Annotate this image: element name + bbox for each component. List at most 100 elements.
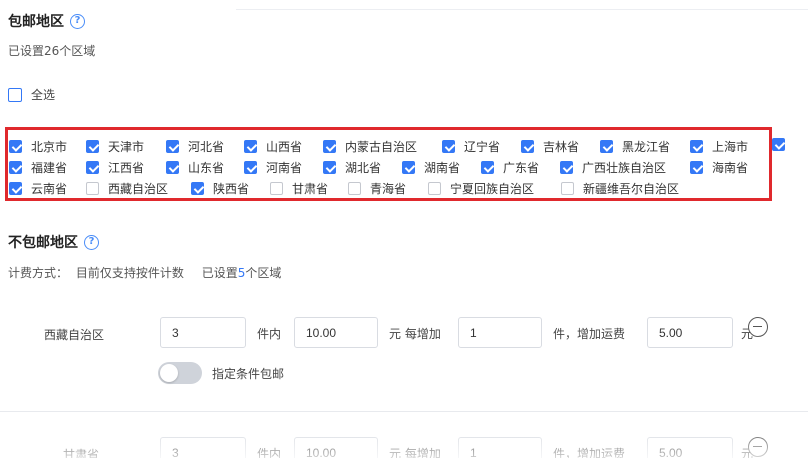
region-checkbox-tianjin[interactable]: 天津市 <box>86 138 144 155</box>
region-check-box[interactable] <box>323 161 336 174</box>
region-checkbox-beijing[interactable]: 北京市 <box>9 138 67 155</box>
remove-circle-icon[interactable] <box>748 317 768 337</box>
region-check-box[interactable] <box>521 140 534 153</box>
region-label: 河北省 <box>188 140 225 154</box>
region-check-box[interactable] <box>9 182 22 195</box>
region-check-box[interactable] <box>690 161 703 174</box>
region-checkbox-guangxi[interactable]: 广西壮族自治区 <box>560 159 666 176</box>
add-fee-input[interactable] <box>647 437 733 458</box>
region-checkbox-qinghai[interactable]: 青海省 <box>348 180 406 197</box>
region-label: 河南省 <box>266 161 303 175</box>
region-label: 宁夏回族自治区 <box>450 182 535 196</box>
add-count-input[interactable] <box>458 437 542 458</box>
region-check-box[interactable] <box>600 140 613 153</box>
add-fee-input[interactable] <box>647 317 733 348</box>
fee-unit: 元 每增加 <box>389 327 441 341</box>
region-label: 内蒙古自治区 <box>345 140 418 154</box>
region-checkbox-shandong[interactable]: 山东省 <box>166 159 224 176</box>
region-check-box[interactable] <box>86 140 99 153</box>
region-checkbox-jilin[interactable]: 吉林省 <box>521 138 579 155</box>
region-check-box[interactable] <box>348 182 361 195</box>
first-count-input[interactable] <box>160 317 246 348</box>
region-label: 天津市 <box>108 140 145 154</box>
non-free-shipping-title: 不包邮地区 ? <box>8 232 99 252</box>
add-count-unit: 件，增加运费 <box>553 447 626 458</box>
region-check-box[interactable] <box>402 161 415 174</box>
conditional-free-toggle[interactable] <box>158 362 202 384</box>
region-check-box[interactable] <box>481 161 494 174</box>
shipping-rule-row: 甘肃省 件内 元 每增加 件，增加运费 元 <box>0 437 808 458</box>
region-checkbox-hunan[interactable]: 湖南省 <box>402 159 460 176</box>
region-count-prefix: 已设置 <box>201 266 238 280</box>
region-label: 云南省 <box>31 182 68 196</box>
region-check-box[interactable] <box>244 140 257 153</box>
region-check-box[interactable] <box>86 161 99 174</box>
region-label: 黑龙江省 <box>622 140 671 154</box>
region-label: 江西省 <box>108 161 145 175</box>
region-checkbox-xinjiang[interactable]: 新疆维吾尔自治区 <box>561 180 679 197</box>
region-check-box[interactable] <box>270 182 283 195</box>
region-checkbox-tibet[interactable]: 西藏自治区 <box>86 180 168 197</box>
select-all[interactable]: 全选 <box>8 86 55 103</box>
remove-circle-icon[interactable] <box>748 437 768 457</box>
region-label: 新疆维吾尔自治区 <box>583 182 680 196</box>
top-divider <box>236 9 808 10</box>
region-label: 广西壮族自治区 <box>582 161 667 175</box>
add-count-unit: 件，增加运费 <box>553 327 626 341</box>
region-checkbox-inner-mongolia[interactable]: 内蒙古自治区 <box>323 138 417 155</box>
region-check-box[interactable] <box>9 140 22 153</box>
region-checkbox-hainan[interactable]: 海南省 <box>690 159 748 176</box>
region-count-suffix: 个区域 <box>245 266 282 280</box>
region-label: 辽宁省 <box>464 140 501 154</box>
region-checkbox-overflow[interactable] <box>772 138 785 151</box>
rule-region-name: 甘肃省 <box>63 448 100 458</box>
select-all-checkbox[interactable] <box>8 87 22 102</box>
region-checkbox-liaoning[interactable]: 辽宁省 <box>442 138 500 155</box>
region-check-box[interactable] <box>323 140 336 153</box>
region-checkbox-guangdong[interactable]: 广东省 <box>481 159 539 176</box>
region-check-box[interactable] <box>442 140 455 153</box>
region-checkbox-heilongjiang[interactable]: 黑龙江省 <box>600 138 670 155</box>
first-fee-input[interactable] <box>294 317 378 348</box>
region-label: 湖北省 <box>345 161 382 175</box>
region-label: 山东省 <box>188 161 225 175</box>
region-checkbox-fujian[interactable]: 福建省 <box>9 159 67 176</box>
region-checkbox-shanxi[interactable]: 山西省 <box>244 138 302 155</box>
region-checkbox-gansu[interactable]: 甘肃省 <box>270 180 328 197</box>
region-label: 甘肃省 <box>292 182 329 196</box>
region-check-box[interactable] <box>191 182 204 195</box>
region-check-box[interactable] <box>428 182 441 195</box>
non-free-shipping-title-text: 不包邮地区 <box>8 235 78 251</box>
region-checkbox-henan[interactable]: 河南省 <box>244 159 302 176</box>
region-checkbox-shaanxi[interactable]: 陕西省 <box>191 180 249 197</box>
region-label: 上海市 <box>712 140 749 154</box>
help-circle-icon[interactable]: ? <box>70 13 85 29</box>
region-checkbox-hebei[interactable]: 河北省 <box>166 138 224 155</box>
toggle-knob <box>160 364 178 382</box>
region-checkbox-jiangxi[interactable]: 江西省 <box>86 159 144 176</box>
region-check-box[interactable] <box>561 182 574 195</box>
first-count-unit: 件内 <box>257 327 282 341</box>
region-check-box[interactable] <box>690 140 703 153</box>
region-label: 海南省 <box>712 161 749 175</box>
shipping-rule-row: 西藏自治区 件内 元 每增加 件，增加运费 元 <box>0 317 808 353</box>
region-check-box[interactable] <box>86 182 99 195</box>
first-count-input[interactable] <box>160 437 246 458</box>
free-shipping-status: 已设置26个区域 <box>8 44 96 58</box>
region-checkbox-ningxia[interactable]: 宁夏回族自治区 <box>428 180 534 197</box>
region-check-box[interactable] <box>9 161 22 174</box>
region-check-box[interactable] <box>244 161 257 174</box>
region-check-box[interactable] <box>166 140 179 153</box>
add-count-input[interactable] <box>458 317 542 348</box>
rule-region-name: 西藏自治区 <box>44 328 105 342</box>
region-checkbox-yunnan[interactable]: 云南省 <box>9 180 67 197</box>
region-checkbox-hubei[interactable]: 湖北省 <box>323 159 381 176</box>
region-label: 北京市 <box>31 140 68 154</box>
region-check-box[interactable] <box>166 161 179 174</box>
region-label: 山西省 <box>266 140 303 154</box>
first-fee-input[interactable] <box>294 437 378 458</box>
region-checkbox-shanghai[interactable]: 上海市 <box>690 138 748 155</box>
region-check-box[interactable] <box>560 161 573 174</box>
help-circle-icon[interactable]: ? <box>84 234 99 250</box>
free-shipping-title: 包邮地区 ? <box>8 11 85 31</box>
